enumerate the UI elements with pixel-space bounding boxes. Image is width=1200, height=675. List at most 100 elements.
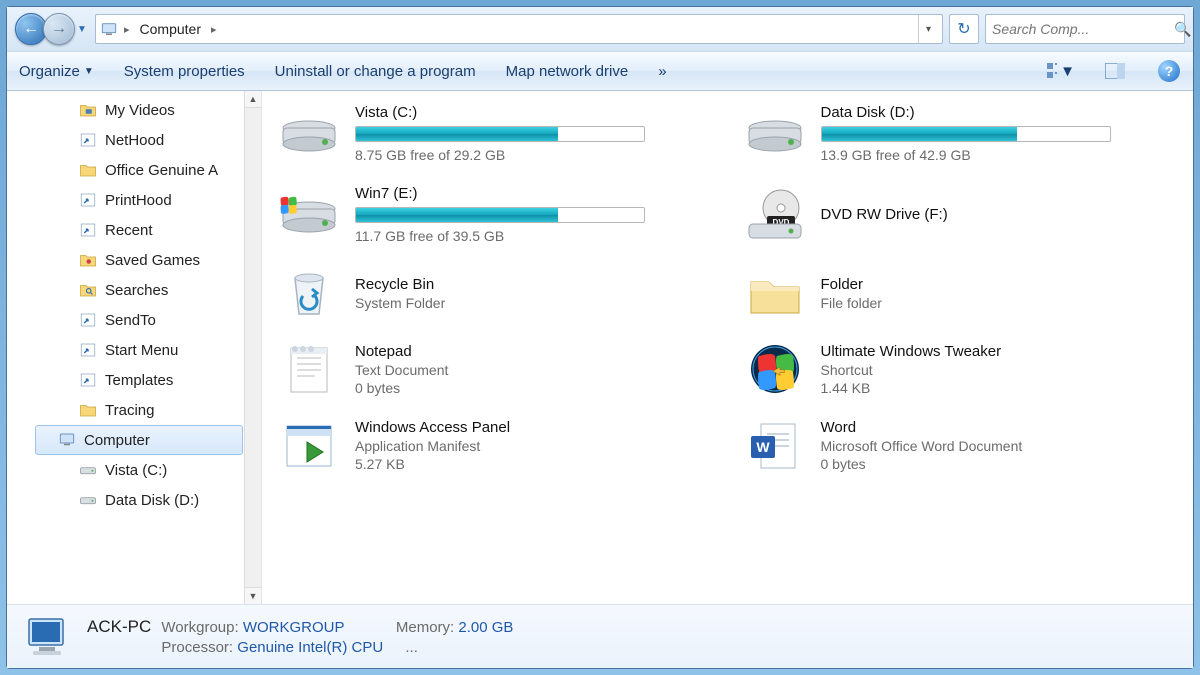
nav-buttons: ← → ▼ <box>15 13 89 45</box>
organize-menu[interactable]: Organize ▼ <box>17 59 96 84</box>
drive-icon <box>277 110 341 158</box>
processor-value: Genuine Intel(R) CPU <box>237 639 383 656</box>
computer-icon <box>21 613 73 661</box>
sidebar-item[interactable]: My Videos <box>7 95 261 125</box>
help-button[interactable]: ? <box>1155 57 1183 85</box>
drive-tile[interactable]: Win7 (E:) 11.7 GB free of 39.5 GB <box>272 180 718 249</box>
address-bar-row: ← → ▼ ▸ Computer ▸ ▾ ↻ 🔍 <box>7 7 1193 51</box>
shortcut-icon <box>79 311 97 329</box>
toolbar-overflow[interactable]: » <box>656 59 668 84</box>
sidebar-item-label: Saved Games <box>105 252 200 269</box>
text-document-icon <box>277 342 341 396</box>
sidebar-item-label: Office Genuine A <box>105 162 218 179</box>
sidebar-scrollbar[interactable]: ▲ ▼ <box>244 91 261 604</box>
sidebar-item[interactable]: PrintHood <box>7 185 261 215</box>
item-size: 5.27 KB <box>355 456 713 472</box>
sidebar-item[interactable]: Searches <box>7 275 261 305</box>
sidebar-item-label: SendTo <box>105 312 156 329</box>
drive-name: Data Disk (D:) <box>821 104 1179 121</box>
preview-pane-button[interactable] <box>1101 57 1129 85</box>
item-type: Application Manifest <box>355 438 713 454</box>
drive-name: Vista (C:) <box>355 104 713 121</box>
manifest-icon <box>277 418 341 472</box>
help-icon: ? <box>1158 60 1180 82</box>
sidebar-item[interactable]: Start Menu <box>7 335 261 365</box>
search-icon[interactable]: 🔍 <box>1174 21 1191 38</box>
navigation-pane: My Videos NetHood Office Genuine A Print… <box>7 91 262 604</box>
sidebar-item-computer[interactable]: Computer <box>35 425 243 455</box>
windows-orb-icon <box>743 342 807 396</box>
search-input[interactable] <box>992 21 1174 37</box>
item-size: 1.44 KB <box>821 380 1179 396</box>
sidebar-item-label: Data Disk (D:) <box>105 492 199 509</box>
explorer-window: ← → ▼ ▸ Computer ▸ ▾ ↻ 🔍 Organize ▼ <box>6 6 1194 669</box>
item-name: Windows Access Panel <box>355 419 713 436</box>
folder-icon <box>79 281 97 299</box>
chevron-down-icon: ▼ <box>84 66 94 77</box>
refresh-button[interactable]: ↻ <box>949 14 979 44</box>
folder-icon <box>79 401 97 419</box>
computer-name: ACK-PC <box>87 617 151 636</box>
shortcut-icon <box>79 371 97 389</box>
item-tile[interactable]: Recycle Bin System Folder <box>272 261 718 325</box>
sidebar-item[interactable]: NetHood <box>7 125 261 155</box>
sidebar-item-label: Recent <box>105 222 153 239</box>
item-tile[interactable]: W Word Microsoft Office Word Document 0 … <box>738 413 1184 477</box>
item-tile[interactable]: Notepad Text Document 0 bytes <box>272 337 718 401</box>
drive-usage-bar <box>355 207 645 223</box>
search-box[interactable]: 🔍 <box>985 14 1185 44</box>
item-tile[interactable]: Windows Access Panel Application Manifes… <box>272 413 718 477</box>
dvd-drive-tile[interactable]: DVD DVD RW Drive (F:) <box>738 180 1184 249</box>
item-name: Folder <box>821 276 1179 293</box>
sidebar-item-drive[interactable]: Data Disk (D:) <box>7 485 261 515</box>
scroll-down-icon[interactable]: ▼ <box>245 587 261 604</box>
view-options-button[interactable]: ▼ <box>1047 57 1075 85</box>
sidebar-item-label: Start Menu <box>105 342 178 359</box>
drive-usage-bar <box>821 126 1111 142</box>
sidebar-item[interactable]: Tracing <box>7 395 261 425</box>
computer-icon <box>100 20 118 38</box>
sidebar-item[interactable]: SendTo <box>7 305 261 335</box>
uninstall-program-button[interactable]: Uninstall or change a program <box>273 59 478 84</box>
workgroup-label: Workgroup: <box>161 619 238 636</box>
nav-history-dropdown[interactable]: ▼ <box>75 13 89 45</box>
recycle-bin-icon <box>277 266 341 320</box>
command-bar: Organize ▼ System properties Uninstall o… <box>7 51 1193 91</box>
memory-label: Memory: <box>396 619 454 636</box>
drive-icon <box>79 461 97 479</box>
details-ellipsis: ... <box>405 639 418 656</box>
folder-icon <box>79 251 97 269</box>
drive-free-text: 13.9 GB free of 42.9 GB <box>821 147 1179 163</box>
item-tile[interactable]: Folder File folder <box>738 261 1184 325</box>
forward-button[interactable]: → <box>43 13 75 45</box>
item-name: Ultimate Windows Tweaker <box>821 343 1179 360</box>
drive-usage-bar <box>355 126 645 142</box>
map-network-drive-button[interactable]: Map network drive <box>504 59 631 84</box>
sidebar-item[interactable]: Templates <box>7 365 261 395</box>
sidebar-item-label: Vista (C:) <box>105 462 167 479</box>
sidebar-item-label: Tracing <box>105 402 154 419</box>
drive-icon <box>79 491 97 509</box>
details-pane: ACK-PC Workgroup: WORKGROUP Memory: 2.00… <box>7 604 1193 668</box>
system-properties-button[interactable]: System properties <box>122 59 247 84</box>
shortcut-icon <box>79 341 97 359</box>
dvd-drive-icon: DVD <box>743 188 807 242</box>
sidebar-item[interactable]: Office Genuine A <box>7 155 261 185</box>
folder-icon <box>743 266 807 320</box>
sidebar-item[interactable]: Saved Games <box>7 245 261 275</box>
breadcrumb-item-computer[interactable]: Computer <box>136 19 205 39</box>
sidebar-item-label: Templates <box>105 372 173 389</box>
sidebar-item[interactable]: Recent <box>7 215 261 245</box>
scroll-up-icon[interactable]: ▲ <box>245 91 261 108</box>
breadcrumb[interactable]: ▸ Computer ▸ ▾ <box>95 14 943 44</box>
sidebar-item-drive[interactable]: Vista (C:) <box>7 455 261 485</box>
view-icon <box>1047 63 1057 79</box>
sidebar-item-label: PrintHood <box>105 192 172 209</box>
item-name: Recycle Bin <box>355 276 713 293</box>
folder-icon <box>79 101 97 119</box>
drive-tile[interactable]: Data Disk (D:) 13.9 GB free of 42.9 GB <box>738 99 1184 168</box>
organize-label: Organize <box>19 63 80 80</box>
drive-tile[interactable]: Vista (C:) 8.75 GB free of 29.2 GB <box>272 99 718 168</box>
breadcrumb-dropdown[interactable]: ▾ <box>918 15 938 43</box>
item-tile[interactable]: Ultimate Windows Tweaker Shortcut 1.44 K… <box>738 337 1184 401</box>
